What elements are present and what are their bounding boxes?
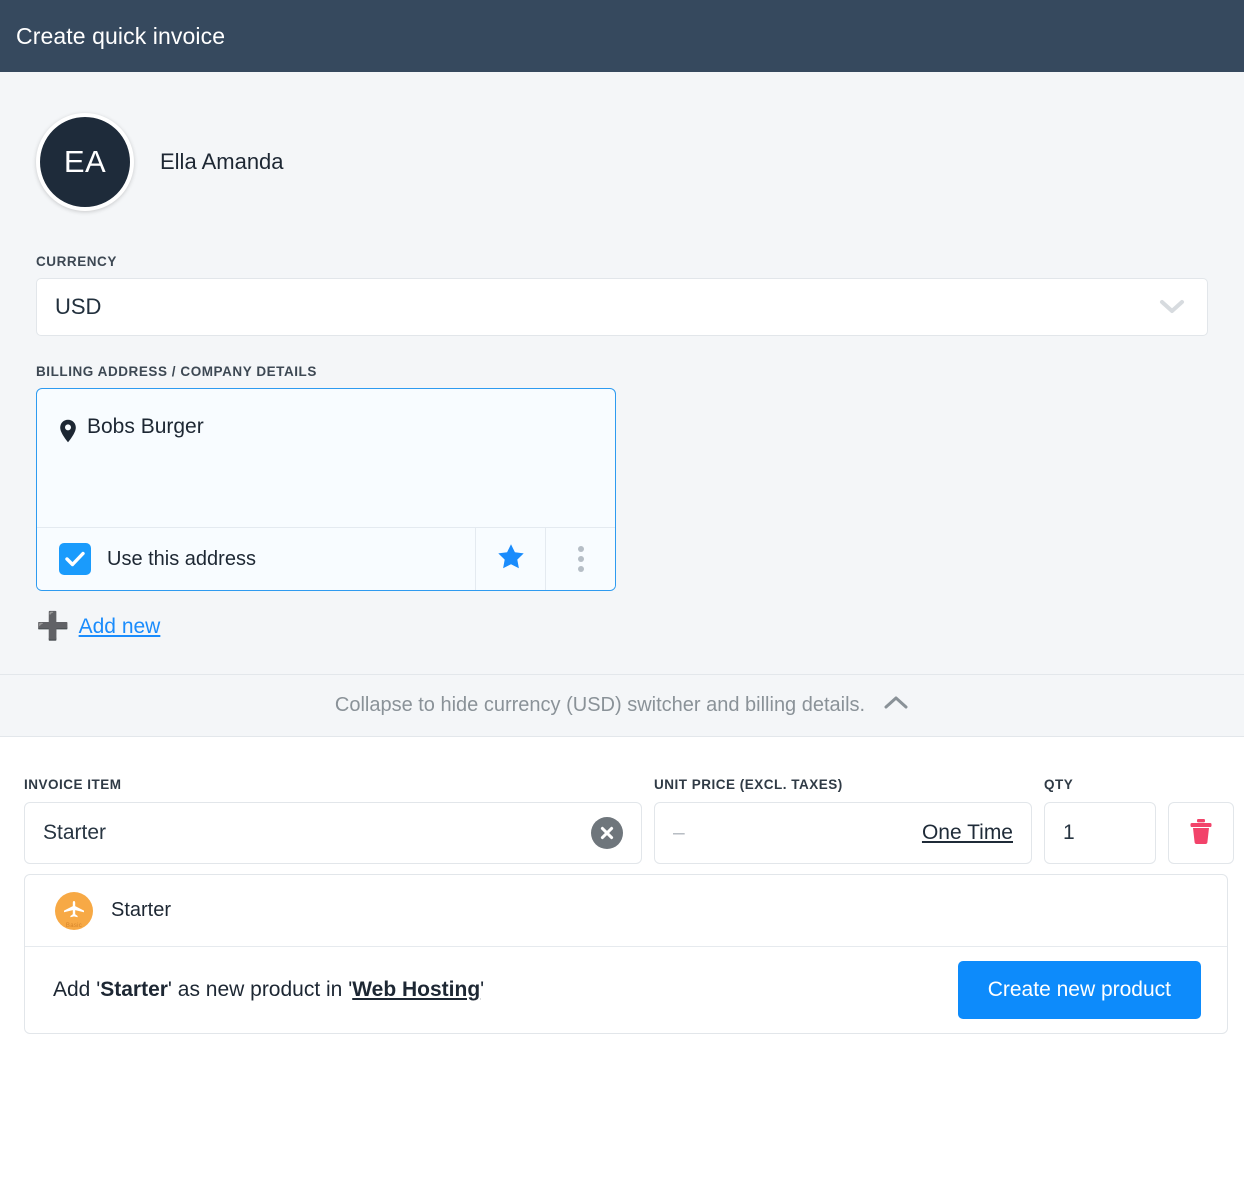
- set-default-address-button[interactable]: [475, 528, 545, 590]
- chevron-down-icon[interactable]: [1159, 299, 1185, 315]
- create-product-row: Add 'Starter' as new product in 'Web Hos…: [25, 947, 1227, 1033]
- address-card[interactable]: Bobs Burger Use this address: [36, 388, 616, 591]
- address-card-footer: Use this address: [37, 527, 615, 590]
- invoice-item-value: Starter: [43, 821, 107, 844]
- unit-price-input[interactable]: – One Time: [654, 802, 1032, 864]
- hint-middle: ' as new product in ': [167, 978, 353, 1001]
- customer-name: Ella Amanda: [160, 149, 284, 174]
- add-new-address-link[interactable]: ➕ Add new: [36, 613, 160, 674]
- suggestion-name: Starter: [111, 899, 172, 921]
- use-this-address-toggle[interactable]: Use this address: [37, 528, 475, 590]
- avatar: EA: [36, 113, 134, 211]
- clear-circle-x-icon[interactable]: [591, 817, 623, 849]
- billing-frequency-link[interactable]: One Time: [922, 821, 1013, 845]
- invoice-item-row: INVOICE ITEM Starter UNIT PRICE (EXCL. T…: [24, 777, 1234, 864]
- airplane-icon: Basic: [55, 891, 93, 930]
- page-title: Create quick invoice: [16, 22, 226, 49]
- delete-header-spacer: [1168, 777, 1234, 792]
- invoice-item-column: INVOICE ITEM Starter: [24, 777, 642, 864]
- delete-item-button[interactable]: [1168, 802, 1234, 864]
- collapse-details-bar[interactable]: Collapse to hide currency (USD) switcher…: [0, 674, 1244, 737]
- avatar-initials: EA: [63, 144, 107, 179]
- hint-suffix: ': [480, 978, 485, 1001]
- currency-block: CURRENCY USD: [36, 254, 1208, 336]
- star-icon: [497, 543, 525, 575]
- billing-block: BILLING ADDRESS / COMPANY DETAILS Bobs B…: [36, 364, 1208, 674]
- unit-price-column: UNIT PRICE (EXCL. TAXES) – One Time: [654, 777, 1032, 864]
- list-item[interactable]: Basic Starter: [25, 875, 1227, 947]
- invoice-item-header: INVOICE ITEM: [24, 777, 122, 792]
- add-new-label: Add new: [78, 614, 161, 638]
- use-address-label: Use this address: [107, 547, 256, 570]
- unit-price-header: UNIT PRICE (EXCL. TAXES): [654, 777, 843, 792]
- use-address-checkbox[interactable]: [59, 543, 91, 575]
- plus-icon: ➕: [36, 611, 70, 641]
- qty-column: QTY 1: [1044, 777, 1156, 864]
- invoice-items-section: INVOICE ITEM Starter UNIT PRICE (EXCL. T…: [0, 737, 1244, 1034]
- hint-product: Starter: [100, 978, 168, 1001]
- address-more-menu-button[interactable]: [545, 528, 615, 590]
- address-title: Bobs Burger: [87, 415, 204, 438]
- billing-label: BILLING ADDRESS / COMPANY DETAILS: [36, 364, 317, 379]
- plan-tier-label: Basic: [65, 922, 83, 929]
- qty-input[interactable]: 1: [1044, 802, 1156, 864]
- currency-value: USD: [55, 294, 102, 319]
- customer-and-billing-panel: EA Ella Amanda CURRENCY USD BILLING ADDR…: [0, 72, 1244, 674]
- location-pin-icon: [59, 419, 77, 448]
- chevron-up-icon[interactable]: [883, 695, 909, 716]
- hint-prefix: Add ': [53, 978, 101, 1001]
- trash-icon: [1188, 817, 1214, 850]
- customer-row: EA Ella Amanda: [36, 106, 1208, 218]
- create-quick-invoice-dialog: Create quick invoice EA Ella Amanda CURR…: [0, 0, 1244, 1183]
- currency-select[interactable]: USD: [36, 278, 1208, 336]
- qty-header: QTY: [1044, 777, 1074, 792]
- dialog-header: Create quick invoice: [0, 0, 1244, 72]
- invoice-item-input[interactable]: Starter: [24, 802, 642, 864]
- kebab-menu-icon: [577, 546, 584, 572]
- collapse-bar-text: Collapse to hide currency (USD) switcher…: [334, 694, 866, 716]
- product-suggestions-dropdown: Basic Starter Add 'Starter' as new produ…: [24, 874, 1228, 1034]
- create-product-hint: Add 'Starter' as new product in 'Web Hos…: [53, 978, 484, 1002]
- create-new-product-button[interactable]: Create new product: [957, 961, 1201, 1019]
- currency-label: CURRENCY: [36, 254, 117, 269]
- qty-value: 1: [1063, 821, 1075, 844]
- hint-category[interactable]: Web Hosting: [352, 978, 480, 1001]
- unit-price-placeholder: –: [673, 821, 685, 844]
- address-card-body: Bobs Burger: [37, 389, 615, 527]
- delete-column: [1168, 777, 1234, 864]
